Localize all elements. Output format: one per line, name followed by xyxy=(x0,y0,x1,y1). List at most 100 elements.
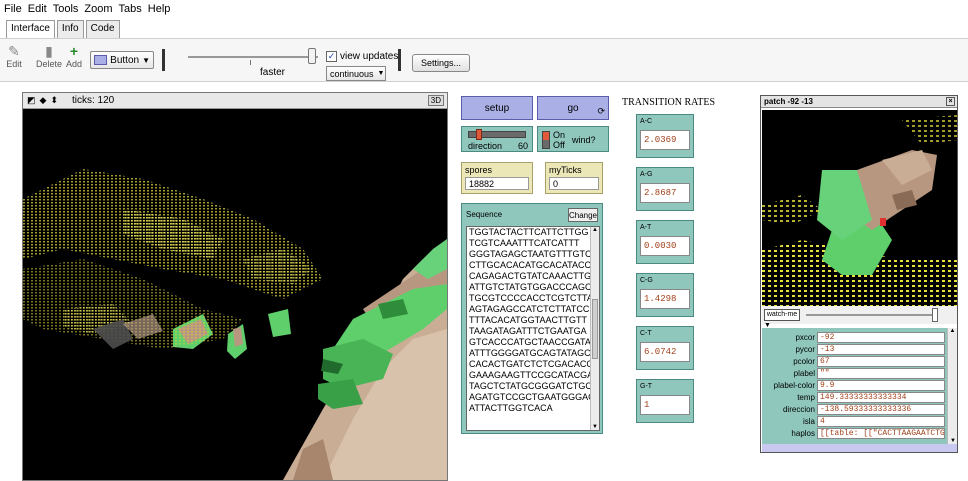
world-view[interactable]: ◩ ◆ ⬍ ticks: 120 3D xyxy=(22,92,448,481)
prop-key: pxcor xyxy=(795,333,815,342)
view-updates-label: view updates xyxy=(340,51,399,62)
view-control-strip: ◩ ◆ ⬍ ticks: 120 3D xyxy=(23,93,447,109)
widget-type-label: Button xyxy=(110,54,140,66)
view-updates-checkbox[interactable]: ✓ view updates xyxy=(326,51,398,62)
tab-bar: Interface Info Code xyxy=(0,20,120,38)
rate-label: C-G xyxy=(640,277,653,284)
prop-pycor: pycor -13 xyxy=(762,344,946,356)
sequence-scrollbar[interactable]: ▲ ▼ xyxy=(590,227,599,430)
prop-value[interactable]: 149.33333333333334 xyxy=(817,392,945,403)
inspector-zoom-track[interactable] xyxy=(806,314,936,316)
plus-icon: + xyxy=(69,43,79,59)
tab-code[interactable]: Code xyxy=(85,20,120,38)
sequence-line: ATTTGGGGATGCAGTATAGC xyxy=(469,348,591,358)
sequence-textarea[interactable]: TGGTACTACTTCATTCTTGG TCGTCAAATTTCATCATTT… xyxy=(466,226,600,431)
setup-button[interactable]: setup xyxy=(461,96,533,120)
scroll-up-icon[interactable]: ▲ xyxy=(948,328,957,334)
properties-scrollbar[interactable]: ▲ ▼ xyxy=(947,328,957,444)
trash-icon: ▮ xyxy=(45,42,53,59)
prop-haplos: haplos [[table: [["CACTTAAGAATCTGTC xyxy=(762,428,946,440)
switch-toggle[interactable] xyxy=(542,131,550,149)
prop-value[interactable]: 9.9 xyxy=(817,380,945,391)
menu-edit[interactable]: Edit xyxy=(28,3,47,15)
prop-plabel: plabel "" xyxy=(762,368,946,380)
close-icon[interactable]: × xyxy=(946,97,955,106)
pencil-icon: ✎ xyxy=(8,42,20,59)
prop-value[interactable]: -138.59333333333336 xyxy=(817,404,945,415)
wind-label: wind? xyxy=(572,135,596,145)
patch-properties: pxcor -92 pycor -13 pcolor 67 plabel "" … xyxy=(762,328,957,444)
direction-slider-thumb[interactable] xyxy=(476,129,482,140)
rate-label: G-T xyxy=(640,383,653,390)
prop-key: isla xyxy=(802,417,815,426)
inspector-zoom-thumb[interactable] xyxy=(932,308,938,322)
watch-me-button[interactable]: watch-me xyxy=(764,309,800,321)
direction-slider[interactable]: direction 60 xyxy=(461,126,533,152)
myticks-monitor: myTicks 0 xyxy=(545,162,603,194)
rate-value: 6.0742 xyxy=(640,342,690,362)
prop-key: pcolor xyxy=(793,357,815,366)
toolbar: ✎ Edit ▮ Delete + Add Button ▼ faster ✓ … xyxy=(0,38,968,82)
scroll-down-icon[interactable]: ▼ xyxy=(592,424,598,430)
tab-interface[interactable]: Interface xyxy=(6,20,55,38)
menu-tools[interactable]: Tools xyxy=(53,3,79,15)
settings-button[interactable]: Settings... xyxy=(412,54,470,72)
edit-tool[interactable]: ✎ Edit xyxy=(6,42,22,70)
rate-monitor-ag: A-G 2.8687 xyxy=(636,167,694,211)
add-tool[interactable]: + Add xyxy=(66,43,82,69)
view-3d-button[interactable]: 3D xyxy=(427,95,444,106)
rate-value: 1 xyxy=(640,395,690,415)
rate-monitor-ac: A-C 2.0369 xyxy=(636,114,694,158)
menu-tabs[interactable]: Tabs xyxy=(119,3,142,15)
sequence-line: CAGAGACTGTATCAAACTTG xyxy=(469,271,591,281)
sequence-line: TCGTCAAATTTCATCATTT xyxy=(469,238,580,248)
rate-monitor-cg: C-G 1.4298 xyxy=(636,273,694,317)
sequence-line: TGGTACTACTTCATTCTTGG xyxy=(469,227,589,237)
tab-info[interactable]: Info xyxy=(56,20,84,38)
update-mode-value: continuous xyxy=(330,68,374,79)
speed-slider-tick xyxy=(250,60,251,65)
spores-value: 18882 xyxy=(465,177,529,190)
prop-value[interactable]: [[table: [["CACTTAAGAATCTGTC xyxy=(817,428,945,439)
prop-key: pycor xyxy=(795,345,815,354)
myticks-label: myTicks xyxy=(549,165,582,175)
inspector-title: patch -92 -13 xyxy=(764,97,813,106)
prop-value[interactable]: 67 xyxy=(817,356,945,367)
scroll-up-icon[interactable]: ▲ xyxy=(591,227,599,233)
prop-value[interactable]: -13 xyxy=(817,344,945,355)
switch-on-label: On xyxy=(553,130,566,140)
go-button[interactable]: go ⟳ xyxy=(537,96,609,120)
prop-value[interactable]: 4 xyxy=(817,416,945,427)
rate-monitor-at: A-T 0.0030 xyxy=(636,220,694,264)
menu-help[interactable]: Help xyxy=(148,3,171,15)
chevron-down-icon: ▼ xyxy=(142,55,150,65)
sequence-scroll-thumb[interactable] xyxy=(592,299,598,359)
prop-isla: isla 4 xyxy=(762,416,946,428)
rotate-icon[interactable]: ◩ xyxy=(27,95,36,106)
rate-label: A-G xyxy=(640,171,653,178)
update-mode-select[interactable]: continuous ▼ xyxy=(326,66,386,81)
go-label: go xyxy=(567,102,579,114)
change-button[interactable]: Change xyxy=(568,208,598,222)
wind-switch[interactable]: On Off wind? xyxy=(537,126,609,152)
move-icon[interactable]: ◆ xyxy=(40,95,47,106)
prop-value[interactable]: -92 xyxy=(817,332,945,343)
speed-slider-track[interactable] xyxy=(188,56,318,58)
rate-label: A-C xyxy=(640,118,653,125)
zoom-icon[interactable]: ⬍ xyxy=(50,95,58,106)
check-icon: ✓ xyxy=(326,51,337,62)
prop-value[interactable]: "" xyxy=(817,368,945,379)
inspector-title-bar[interactable]: patch -92 -13 × xyxy=(761,96,957,108)
world-map xyxy=(23,109,447,480)
inspector-hscrollbar[interactable] xyxy=(762,444,957,452)
delete-tool[interactable]: ▮ Delete xyxy=(36,42,62,70)
speed-slider-thumb[interactable] xyxy=(308,48,316,64)
spores-label: spores xyxy=(465,165,493,175)
menu-zoom[interactable]: Zoom xyxy=(84,3,112,15)
sequence-line: GAAAGAAGTTCCGCATACGA xyxy=(469,370,591,380)
widget-type-select[interactable]: Button ▼ xyxy=(90,51,154,69)
rate-value: 2.0369 xyxy=(640,130,690,150)
toolbar-divider xyxy=(398,49,401,71)
menu-file[interactable]: File xyxy=(4,3,22,15)
prop-plabel-color: plabel-color 9.9 xyxy=(762,380,946,392)
